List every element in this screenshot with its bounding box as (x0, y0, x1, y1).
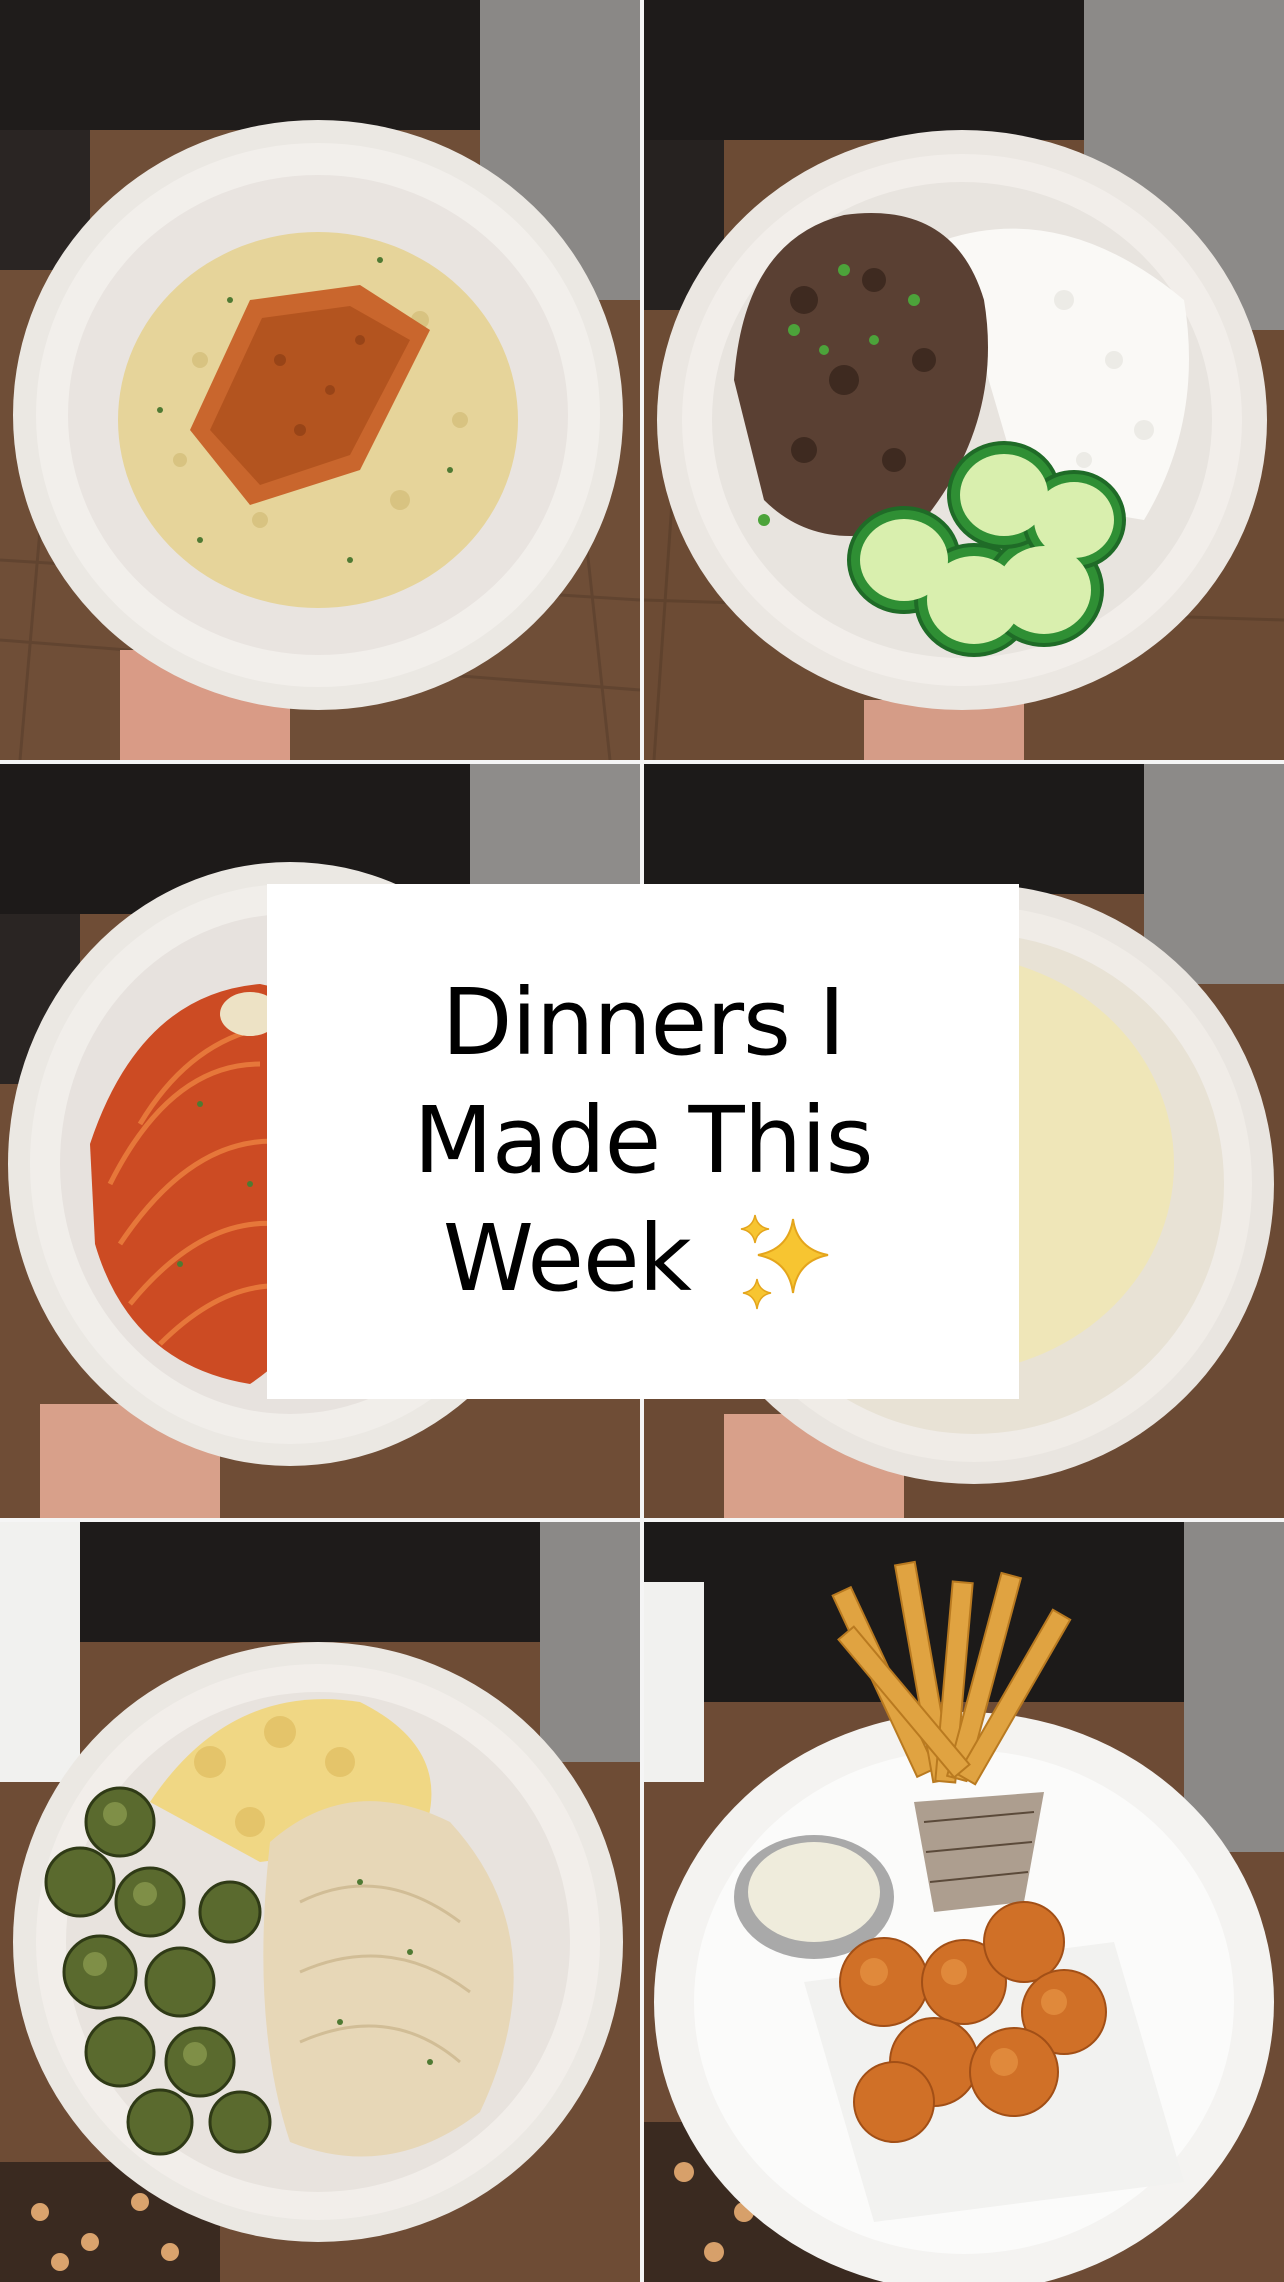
title-line-1: Dinners I (441, 968, 846, 1076)
photo-beef-rice (644, 0, 1284, 760)
divider-horizontal-1 (0, 760, 1284, 764)
photo-salmon-orzo (0, 0, 640, 760)
collage: Dinners I Made This Week (0, 0, 1284, 2282)
divider-horizontal-2 (0, 1518, 1284, 1522)
title-line-2: Made This (413, 1086, 874, 1194)
photo-brussels-noodles-chicken (0, 1522, 640, 2282)
sparkles-icon (741, 1215, 829, 1310)
photo-fries-bites (644, 1522, 1284, 2282)
title-line-3-text: Week (442, 1204, 692, 1312)
title-card: Dinners I Made This Week (267, 884, 1019, 1399)
title-line-3: Week (443, 1200, 843, 1320)
